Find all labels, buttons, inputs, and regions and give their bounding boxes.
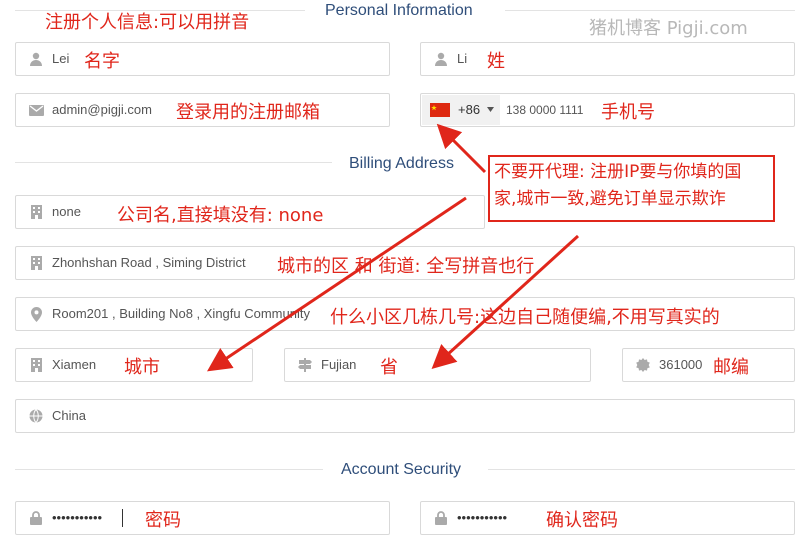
annotation-arrows [207, 123, 580, 372]
arrow-to-state [431, 234, 580, 370]
arrow-to-city [207, 196, 467, 372]
arrow-to-phone-flag [436, 123, 487, 174]
